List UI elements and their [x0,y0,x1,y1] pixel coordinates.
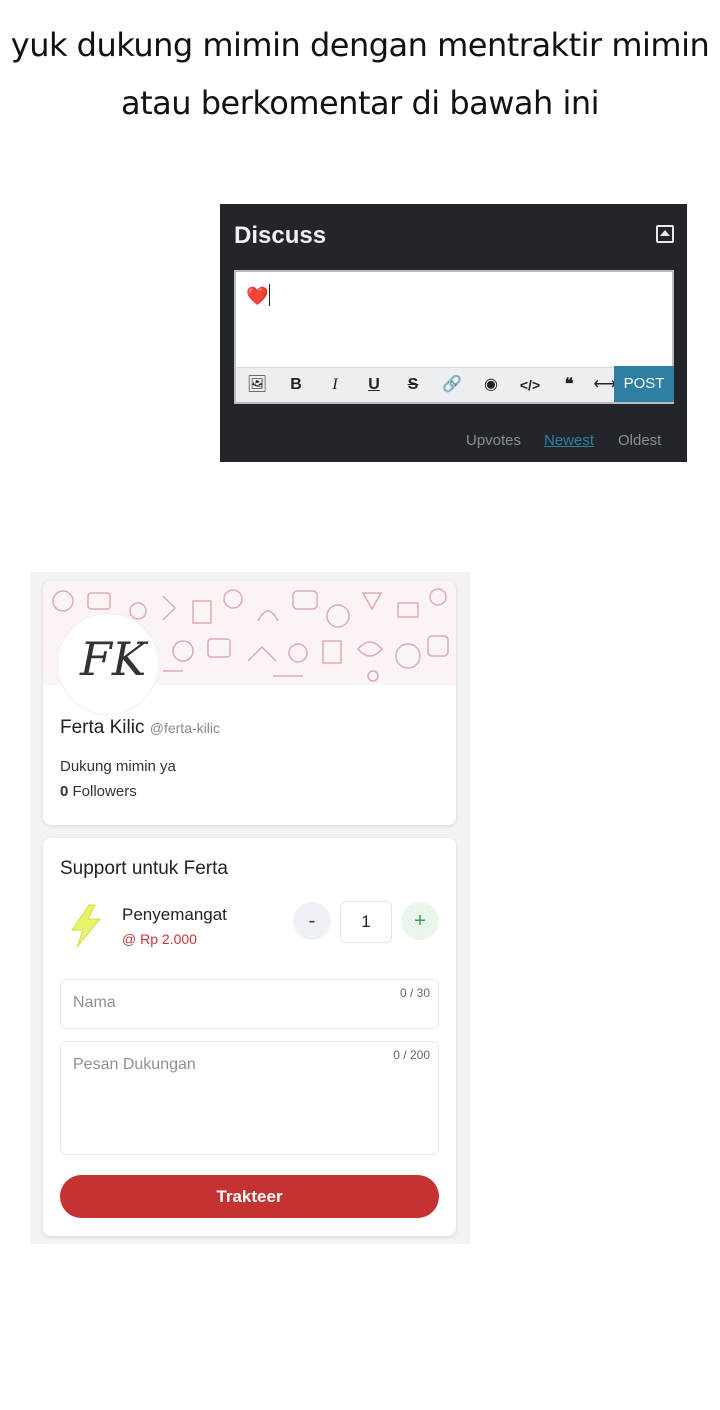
name-input[interactable] [61,980,438,1026]
profile-bio: Dukung mimin ya [60,758,176,775]
quantity-minus-button[interactable]: - [293,902,331,940]
sort-oldest[interactable]: Oldest [618,432,661,449]
link-icon[interactable]: 🔗 [439,374,465,396]
avatar[interactable]: FK [57,613,159,715]
image-icon[interactable]: 🖼 [244,374,270,396]
quantity-input[interactable]: 1 [340,901,392,943]
avatar-initials: FK [80,632,147,686]
support-title: Support untuk Ferta [60,858,228,879]
code-icon[interactable]: </> [517,374,543,396]
trakteer-widget: FK Ferta Kilic @ferta-kilic Dukung mimin… [30,572,470,1244]
support-card: Support untuk Ferta Penyemangat @ Rp 2.0… [43,838,456,1236]
profile-card: FK Ferta Kilic @ferta-kilic Dukung mimin… [43,581,456,825]
unit-name: Penyemangat [122,905,227,924]
caption-line-2: atau berkomentar di bawah ini [120,84,600,122]
editor-content[interactable]: ❤️ [246,284,271,307]
message-field: 0 / 200 [60,1041,439,1155]
sort-upvotes[interactable]: Upvotes [466,432,521,449]
profile-handle: @ferta-kilic [149,720,220,736]
bold-button[interactable]: B [283,374,309,396]
profile-name-row: Ferta Kilic @ferta-kilic [60,717,220,739]
unit-price: @ Rp 2.000 [122,931,197,947]
message-input[interactable] [61,1042,438,1152]
underline-button[interactable]: U [361,374,387,396]
heart-emoji: ❤️ [246,286,269,307]
discuss-title: Discuss [234,222,327,249]
name-field: 0 / 30 [60,979,439,1029]
editor-toolbar: 🖼 B I U S 🔗 ◉ </> ❝ ⟷ POST [236,366,674,402]
caption-line-1: yuk dukung mimin dengan mentraktir mimin [10,26,710,64]
followers-count: 0 [60,783,69,800]
quote-icon[interactable]: ❝ [556,374,582,396]
spoiler-icon[interactable]: ◉ [478,374,504,396]
comment-editor[interactable]: ❤️ 🖼 B I U S 🔗 ◉ </> ❝ ⟷ POST [234,270,674,404]
quantity-plus-button[interactable]: + [401,902,439,940]
lightning-icon [71,904,102,948]
collapse-icon[interactable] [656,225,674,243]
text-caret [269,284,271,306]
name-counter: 0 / 30 [399,986,430,1000]
discuss-widget: Discuss ❤️ 🖼 B I U S 🔗 ◉ </> ❝ ⟷ POST Up… [220,204,687,462]
italic-button[interactable]: I [322,374,348,396]
sort-newest[interactable]: Newest [544,432,594,449]
trakteer-button[interactable]: Trakteer [60,1175,439,1218]
followers-label: Followers [72,783,137,800]
profile-name[interactable]: Ferta Kilic [60,717,144,738]
followers-row: 0 Followers [60,783,137,800]
strikethrough-button[interactable]: S [400,374,426,396]
message-counter: 0 / 200 [393,1048,430,1062]
post-button[interactable]: POST [614,366,674,402]
